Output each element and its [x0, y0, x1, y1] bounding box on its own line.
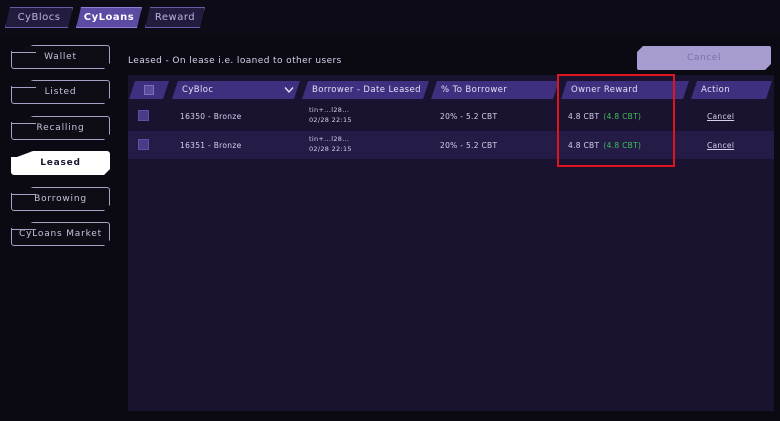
select-all-header[interactable] [129, 81, 169, 99]
sidebar-item-label: Wallet [44, 52, 77, 62]
column-header-label: Owner Reward [571, 85, 638, 95]
column-header-owner-reward: Owner Reward [561, 81, 689, 99]
cybloc-cell: 16350 - Bronze [180, 112, 242, 121]
row-checkbox[interactable] [138, 139, 149, 150]
sidebar-item-wallet[interactable]: Wallet [11, 45, 110, 69]
chevron-down-icon[interactable] [284, 86, 294, 94]
percent-cell: 20% - 5.2 CBT [440, 141, 498, 150]
sidebar-item-label: Listed [44, 87, 77, 97]
sidebar-item-cyloans-market[interactable]: CyLoans Market [11, 222, 110, 246]
sidebar-item-label: Recalling [36, 123, 85, 133]
sidebar-item-label: CyLoans Market [19, 229, 102, 239]
button-notch [12, 117, 36, 124]
button-notch [12, 223, 36, 230]
owner-reward-cell: 4.8 CBT (4.8 CBT) [568, 112, 641, 121]
borrower-cell: tin+...l28... 02/28 22:15 [309, 134, 352, 154]
sidebar-item-listed[interactable]: Listed [11, 80, 110, 104]
tab-cyblocs[interactable]: CyBlocs [5, 7, 73, 28]
sidebar-item-label: Leased [40, 158, 81, 168]
button-notch [12, 81, 36, 88]
tab-reward[interactable]: Reward [145, 7, 205, 28]
sidebar-item-label: Borrowing [34, 194, 87, 204]
lease-date: 02/28 22:15 [309, 116, 352, 124]
percent-cell: 20% - 5.2 CBT [440, 112, 498, 121]
borrower-name: tin+...l28... [309, 135, 350, 143]
owner-reward-value: 4.8 CBT [568, 141, 600, 150]
sidebar-item-borrowing[interactable]: Borrowing [11, 187, 110, 211]
column-header-borrower: Borrower - Date Leased [302, 81, 429, 99]
row-cancel-link[interactable]: Cancel [707, 141, 734, 150]
cancel-button[interactable]: Cancel [637, 46, 771, 70]
row-cancel-link[interactable]: Cancel [707, 112, 734, 121]
column-header-label: Action [701, 85, 731, 95]
column-header-action: Action [691, 81, 772, 99]
owner-reward-value: 4.8 CBT [568, 112, 600, 121]
column-header-cybloc[interactable]: CyBloc [172, 81, 300, 99]
button-notch [12, 188, 36, 195]
owner-reward-cell: 4.8 CBT (4.8 CBT) [568, 141, 641, 150]
sidebar-item-recalling[interactable]: Recalling [11, 116, 110, 140]
tab-cyloans[interactable]: CyLoans [76, 7, 142, 28]
button-notch [12, 46, 36, 53]
owner-reward-extra: (4.8 CBT) [603, 112, 642, 121]
column-header-percent: % To Borrower [431, 81, 559, 99]
table-row: 16350 - Bronze tin+...l28... 02/28 22:15 … [128, 102, 774, 130]
sidebar-item-leased[interactable]: Leased [11, 151, 110, 175]
table-row: 16351 - Bronze tin+...l28... 02/28 22:15 … [128, 131, 774, 159]
row-checkbox[interactable] [138, 110, 149, 121]
column-header-label: CyBloc [182, 85, 214, 95]
cybloc-cell: 16351 - Bronze [180, 141, 242, 150]
column-header-label: Borrower - Date Leased [312, 85, 421, 95]
select-all-checkbox[interactable] [144, 85, 154, 95]
owner-reward-extra: (4.8 CBT) [603, 141, 642, 150]
lease-date: 02/28 22:15 [309, 145, 352, 153]
page-title: Leased - On lease i.e. loaned to other u… [128, 56, 342, 66]
borrower-name: tin+...l28... [309, 106, 350, 114]
column-header-label: % To Borrower [441, 85, 508, 95]
borrower-cell: tin+...l28... 02/28 22:15 [309, 105, 352, 125]
